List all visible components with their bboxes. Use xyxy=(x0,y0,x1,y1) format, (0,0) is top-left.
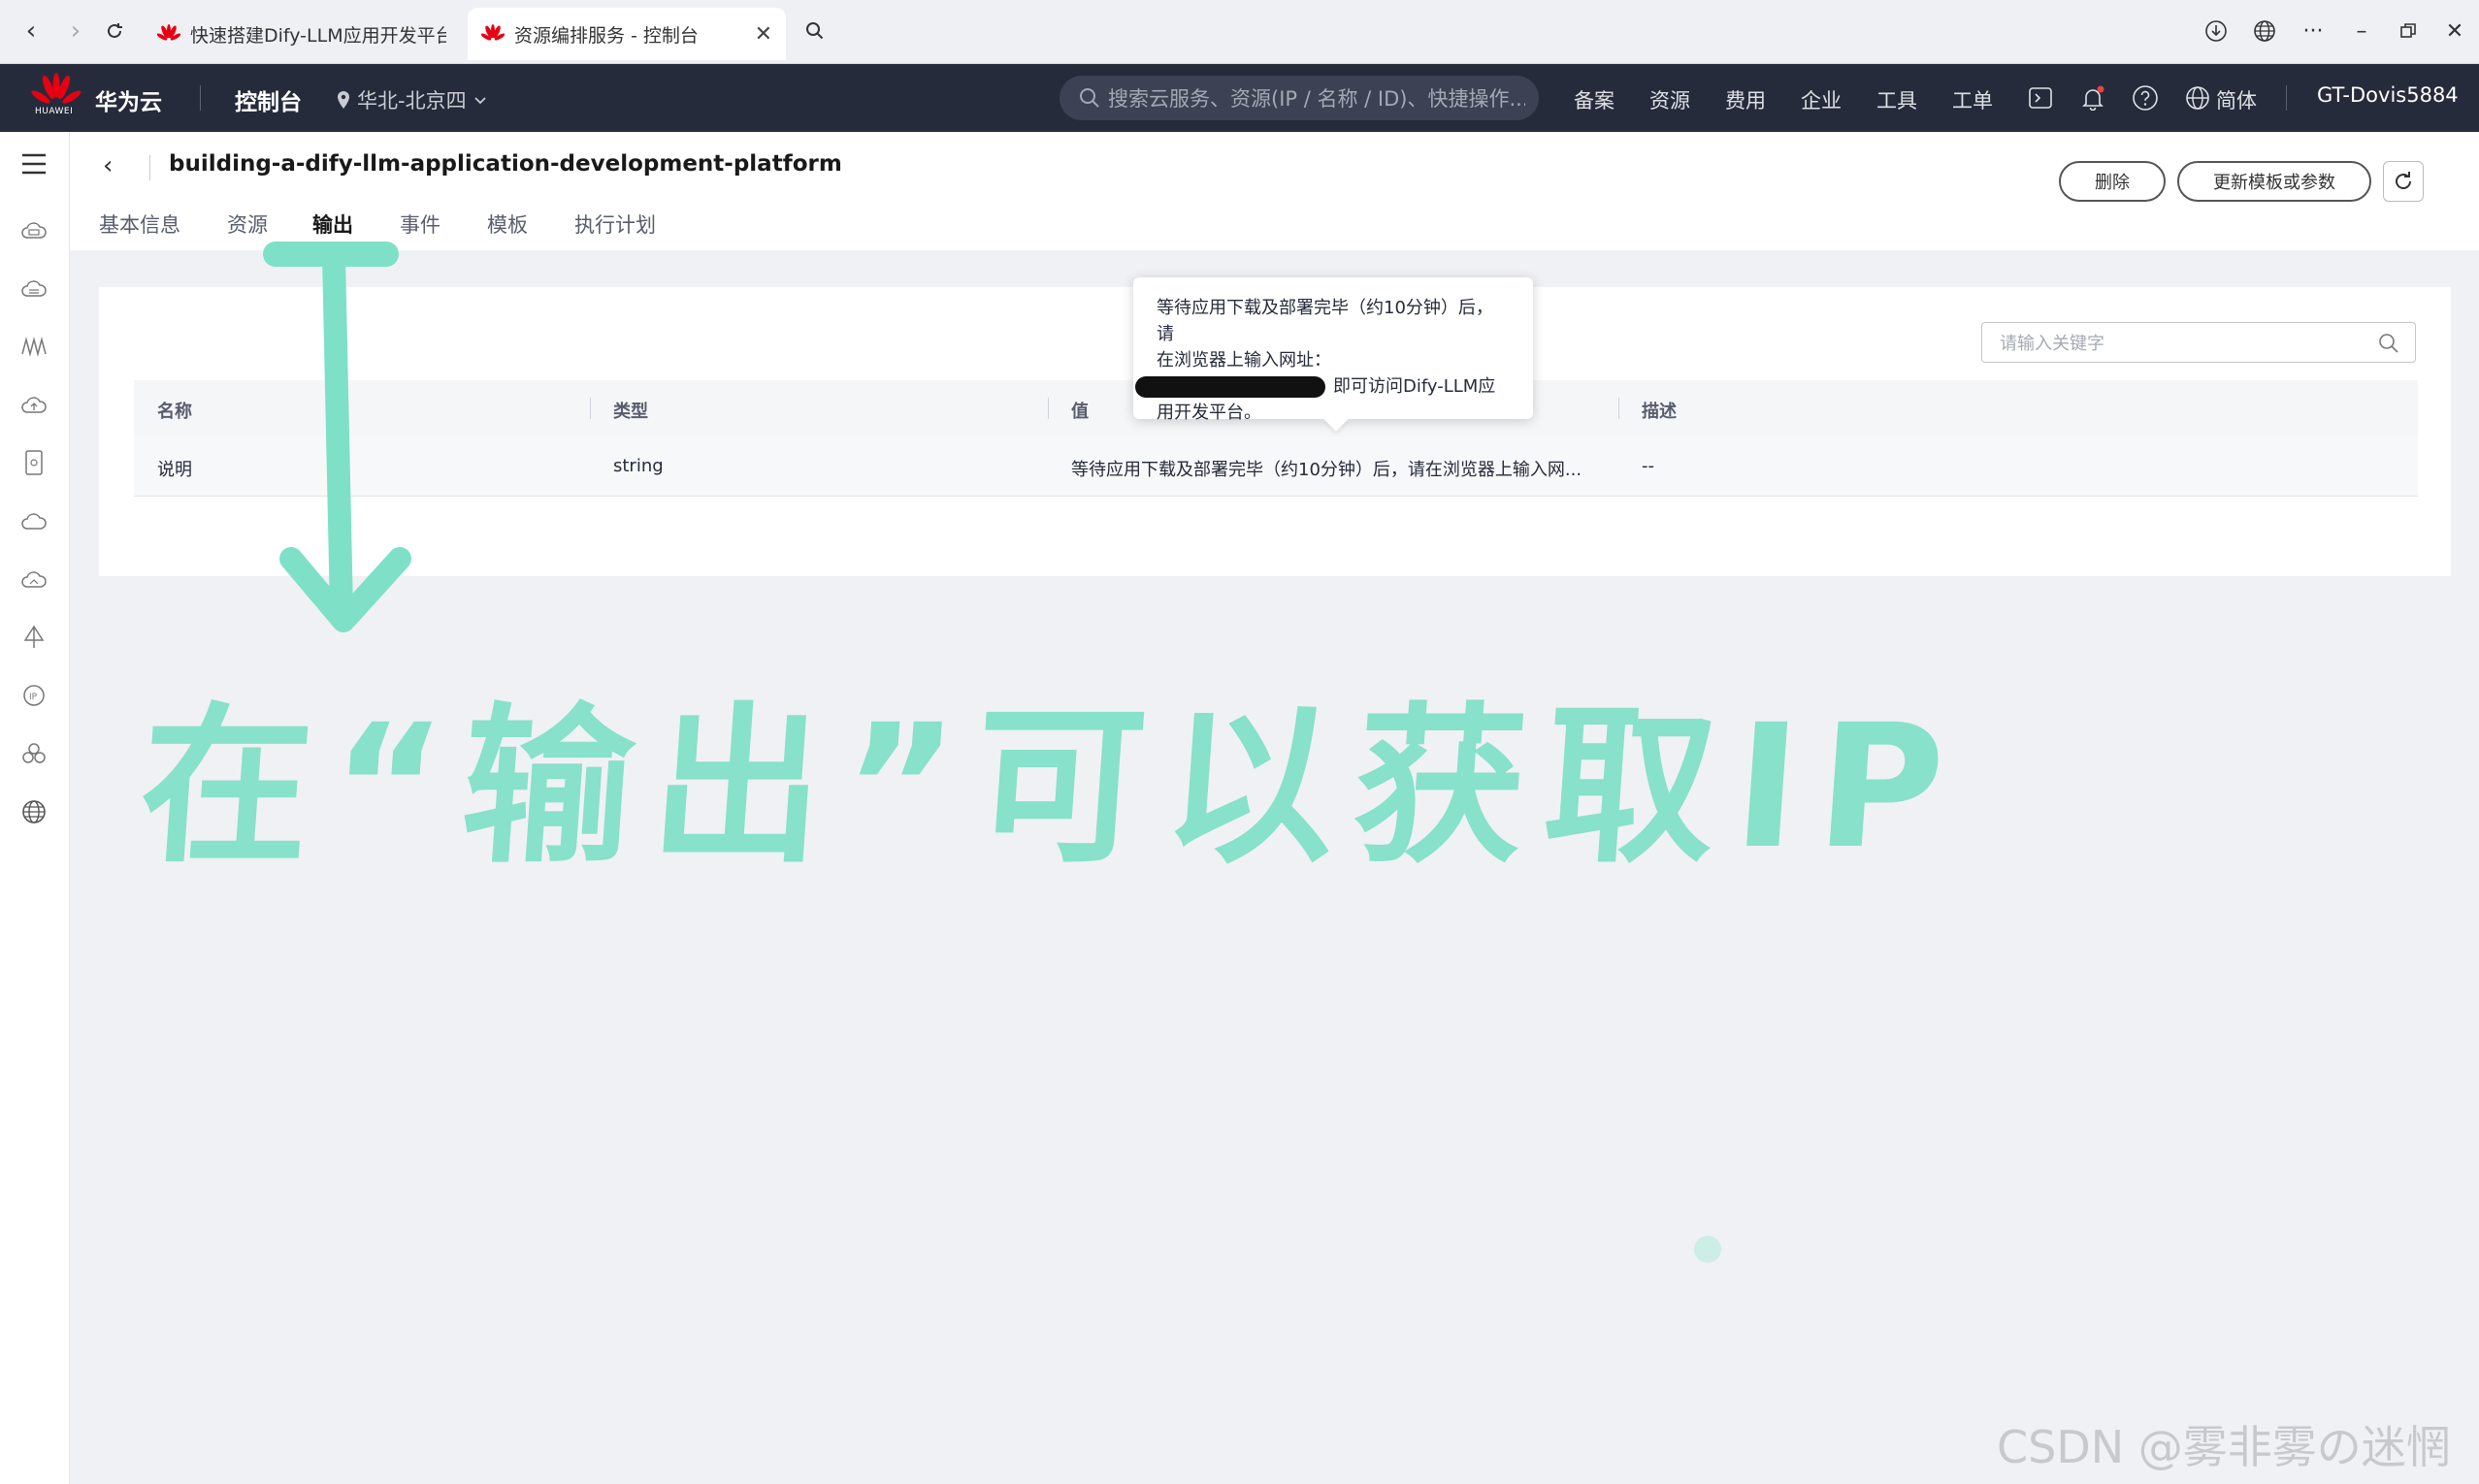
console-link[interactable]: 控制台 xyxy=(235,83,302,116)
column-separator xyxy=(1048,398,1049,419)
terminal-icon[interactable] xyxy=(2024,81,2057,114)
search-icon xyxy=(2379,334,2398,353)
tab-template[interactable]: 模板 xyxy=(487,210,528,239)
console-header: HUAWEI 华为云 控制台 华北-北京四 搜索云服务、资源(IP / 名称 /… xyxy=(0,64,2479,132)
update-template-button[interactable]: 更新模板或参数 xyxy=(2177,161,2371,202)
tab-execution-plan[interactable]: 执行计划 xyxy=(574,210,656,239)
cloud-storage-icon[interactable] xyxy=(17,272,50,305)
menu-hamburger-icon[interactable] xyxy=(17,147,50,180)
column-header-description: 描述 xyxy=(1642,402,1677,422)
cell-value[interactable]: 等待应用下载及部署完毕（约10分钟）后，请在浏览器上输入网... xyxy=(1071,456,1582,481)
watermark: CSDN @雾非雾の迷惘 xyxy=(1997,1421,2451,1473)
tooltip-line: 等待应用下载及部署完毕（约10分钟）后，请 xyxy=(1157,298,1493,344)
huawei-favicon-icon xyxy=(156,24,181,44)
page-title: building-a-dify-llm-application-developm… xyxy=(169,151,842,177)
filter-placeholder: 请输入关键字 xyxy=(2000,334,2104,354)
region-selector[interactable]: 华北-北京四 xyxy=(336,85,488,114)
column-separator xyxy=(1618,398,1619,419)
tab-title: 快速搭建Dify-LLM应用开发平台- xyxy=(190,24,446,47)
tab-title: 资源编排服务 - 控制台 xyxy=(514,24,699,47)
search-placeholder: 搜索云服务、资源(IP / 名称 / ID)、快捷操作... xyxy=(1108,87,1525,111)
nav-link-resources[interactable]: 资源 xyxy=(1649,85,1690,114)
language-globe-icon[interactable] xyxy=(2181,81,2214,114)
bell-icon[interactable] xyxy=(2076,81,2109,114)
svg-text:IP: IP xyxy=(29,693,38,702)
annotation-arrow-icon xyxy=(263,242,411,632)
nav-link-tickets[interactable]: 工单 xyxy=(1952,85,1993,114)
more-icon[interactable]: ··· xyxy=(2294,14,2332,48)
deploy-icon[interactable] xyxy=(17,621,50,654)
location-pin-icon xyxy=(338,91,349,109)
back-arrow-icon[interactable]: ‹ xyxy=(103,151,113,180)
redacted-url xyxy=(1135,376,1325,398)
forward-nav-icon[interactable]: › xyxy=(58,14,93,48)
document-icon[interactable] xyxy=(17,446,50,479)
cluster-icon[interactable] xyxy=(17,737,50,770)
header-separator xyxy=(149,155,150,180)
chevron-down-icon xyxy=(473,97,486,105)
elastic-ip-icon[interactable]: IP xyxy=(17,679,50,712)
model-arts-icon[interactable] xyxy=(17,330,50,363)
back-nav-icon[interactable]: ‹ xyxy=(14,14,49,48)
header-divider xyxy=(2286,85,2287,111)
cell-description: -- xyxy=(1642,456,1654,476)
region-label: 华北-北京四 xyxy=(357,89,467,113)
search-icon xyxy=(1080,88,1099,108)
minimize-icon[interactable]: – xyxy=(2342,14,2381,48)
cloud-upload-icon[interactable] xyxy=(17,388,50,421)
cell-type: string xyxy=(613,456,664,476)
refresh-icon[interactable] xyxy=(2383,161,2424,202)
tooltip-line: 在浏览器上输入网址： xyxy=(1157,350,1331,371)
cloud-icon[interactable] xyxy=(17,504,50,537)
delete-button[interactable]: 删除 xyxy=(2059,161,2166,202)
web-globe-icon[interactable] xyxy=(17,795,50,828)
nav-link-tools[interactable]: 工具 xyxy=(1876,85,1917,114)
restore-icon[interactable] xyxy=(2389,14,2428,48)
column-separator xyxy=(590,398,591,419)
nav-link-filing[interactable]: 备案 xyxy=(1574,85,1615,114)
header-divider xyxy=(200,85,201,111)
cloud-network-icon[interactable] xyxy=(17,563,50,596)
huawei-favicon-icon xyxy=(480,24,506,44)
table-row[interactable]: 说明 string 等待应用下载及部署完毕（约10分钟）后，请在浏览器上输入网.… xyxy=(134,436,2418,497)
column-header-type: 类型 xyxy=(613,402,648,422)
browser-tab-ros[interactable]: 资源编排服务 - 控制台 ✕ xyxy=(468,8,786,60)
help-icon[interactable] xyxy=(2129,81,2162,114)
keyword-filter-input[interactable]: 请输入关键字 xyxy=(1981,322,2416,363)
tooltip-line-with-redaction: 即可访问Dify-LLM应 xyxy=(1135,373,1510,400)
cell-name: 说明 xyxy=(157,460,192,480)
globe-icon[interactable] xyxy=(2245,14,2284,48)
tooltip-line: 即可访问Dify-LLM应 xyxy=(1333,376,1496,397)
tab-search-icon[interactable] xyxy=(798,14,832,48)
browser-tab-dify[interactable]: 快速搭建Dify-LLM应用开发平台- xyxy=(144,8,460,60)
download-icon[interactable] xyxy=(2197,14,2235,48)
nav-link-enterprise[interactable]: 企业 xyxy=(1801,85,1842,114)
value-tooltip: 等待应用下载及部署完毕（约10分钟）后，请 在浏览器上输入网址： 即可访问Dif… xyxy=(1133,277,1533,432)
account-name[interactable]: GT-Dovis5884 xyxy=(2317,83,2459,107)
cloud-server-icon[interactable] xyxy=(17,213,50,246)
service-sidebar: IP xyxy=(0,132,70,1484)
logo-wordmark: HUAWEI xyxy=(35,107,74,116)
reload-icon[interactable] xyxy=(97,14,132,48)
column-header-value: 值 xyxy=(1071,402,1089,422)
tab-basic-info[interactable]: 基本信息 xyxy=(99,210,180,239)
language-selector[interactable]: 简体 xyxy=(2216,85,2257,114)
global-search-input[interactable]: 搜索云服务、资源(IP / 名称 / ID)、快捷操作... xyxy=(1060,76,1539,120)
cursor-highlight xyxy=(1694,1236,1721,1263)
annotation-caption: 在“输出”可以获取IP xyxy=(133,688,1970,887)
nav-link-billing[interactable]: 费用 xyxy=(1725,85,1766,114)
brand-name[interactable]: 华为云 xyxy=(95,83,162,116)
column-header-name: 名称 xyxy=(157,402,192,422)
close-window-icon[interactable]: ✕ xyxy=(2435,14,2474,48)
browser-toolbar: ‹ › 快速搭建Dify-LLM应用开发平台- 资源编排服务 - 控制台 ✕ ·… xyxy=(0,0,2479,64)
close-tab-icon[interactable]: ✕ xyxy=(755,22,772,47)
